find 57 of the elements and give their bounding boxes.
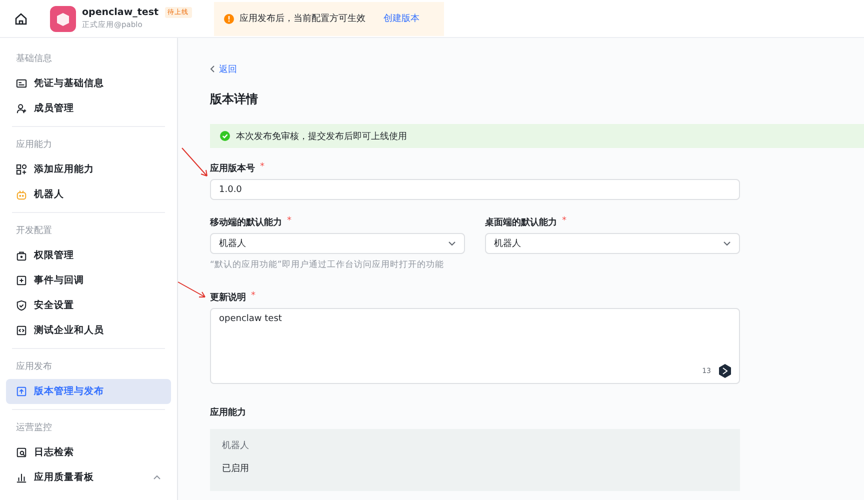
sidebar-item[interactable]: 事件与回调 <box>6 268 171 293</box>
notice-text: 应用发布后，当前配置方可生效 <box>240 12 366 25</box>
field-label: 更新说明 <box>210 291 246 304</box>
robot-icon <box>16 189 27 200</box>
chevron-down-icon <box>448 241 456 246</box>
hexagon-logo-icon[interactable] <box>717 363 733 379</box>
lock-icon <box>16 250 27 261</box>
sidebar-item[interactable]: 添加应用能力 <box>6 157 171 182</box>
sidebar-item[interactable]: 应用质量看板 <box>6 465 171 490</box>
arrow-annotation <box>176 280 208 300</box>
check-circle-icon <box>220 131 230 141</box>
sidebar-item[interactable]: 成员管理 <box>6 96 171 121</box>
chevron-left-icon <box>210 65 215 73</box>
required-mark: * <box>287 216 292 228</box>
app-logo-icon <box>50 6 76 32</box>
select-field[interactable]: 机器人 <box>485 233 740 254</box>
home-icon[interactable] <box>14 12 28 26</box>
warning-icon <box>224 14 234 24</box>
field-label: 桌面端的默认能力 <box>485 216 557 229</box>
section-title: 运营监控 <box>15 422 53 435</box>
required-mark: * <box>251 291 256 303</box>
required-mark: * <box>260 162 264 174</box>
section-title: 应用发布 <box>15 360 53 374</box>
chevron-down-icon <box>723 241 731 246</box>
capability-status: 已启用 <box>222 462 250 475</box>
create-version-link[interactable]: 创建版本 <box>384 12 420 25</box>
app-name: openclaw_test <box>82 7 159 18</box>
field-label: 移动端的默认能力 <box>210 216 282 229</box>
card-icon <box>16 78 27 89</box>
sidebar-item[interactable]: 权限管理 <box>6 243 171 268</box>
field-label: 应用版本号 <box>210 162 255 175</box>
user-icon <box>16 103 27 114</box>
shield-icon <box>16 300 27 311</box>
bar-chart-icon <box>16 472 27 483</box>
required-mark: * <box>562 216 566 228</box>
event-icon <box>16 275 27 286</box>
sidebar-item[interactable]: 凭证与基础信息 <box>6 71 171 96</box>
grid-icon <box>16 164 27 175</box>
section-title: 基础信息 <box>15 52 53 66</box>
section-heading: 应用能力 <box>210 406 246 419</box>
chevron-up-icon[interactable] <box>153 475 161 480</box>
sidebar-item[interactable]: 安全设置 <box>6 293 171 318</box>
input-field[interactable]: 1.0.0 <box>210 179 740 200</box>
sidebar-item[interactable]: 测试企业和人员 <box>6 318 171 343</box>
sidebar-item[interactable]: 日志检索 <box>6 440 171 465</box>
back-link[interactable]: 返回 <box>210 62 237 76</box>
capability-name: 机器人 <box>222 440 250 452</box>
select-field[interactable]: 机器人 <box>210 233 465 254</box>
upload-icon <box>16 386 27 397</box>
hint-text: “默认的应用功能”即用户通过工作台访问应用时打开的功能 <box>210 259 445 271</box>
log-search-icon <box>16 447 27 458</box>
success-banner: 本次发布免审核，提交发布后即可上线使用 <box>210 124 864 148</box>
section-title: 应用能力 <box>15 138 53 152</box>
section-title: 开发配置 <box>15 224 53 238</box>
sidebar-item[interactable]: 机器人 <box>6 182 171 207</box>
code-icon <box>16 325 27 336</box>
page-title: 版本详情 <box>210 91 259 108</box>
